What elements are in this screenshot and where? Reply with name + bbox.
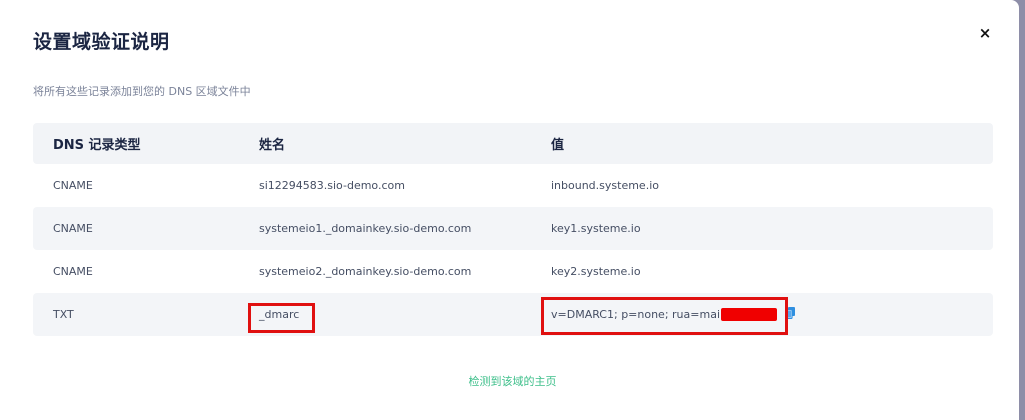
record-value-cell: key1.systeme.io: [551, 222, 641, 235]
table-row: CNAME systemeio1._domainkey.sio-demo.com…: [33, 207, 993, 250]
record-name-cell: si12294583.sio-demo.com: [259, 179, 405, 192]
record-type-cell: CNAME: [53, 265, 93, 278]
table-row: CNAME systemeio2._domainkey.sio-demo.com…: [33, 250, 993, 293]
close-icon[interactable]: ×: [976, 24, 994, 42]
record-value-cell: key2.systeme.io: [551, 265, 641, 278]
record-type-cell: TXT: [53, 308, 74, 321]
dialog-title: 设置域验证说明: [33, 31, 170, 53]
table-row: TXT _dmarc v=DMARC1; p=none; rua=mai: [33, 293, 993, 336]
domain-verification-dialog: 设置域验证说明 × 将所有这些记录添加到您的 DNS 区域文件中 DNS 记录类…: [0, 0, 1019, 420]
record-type-cell: CNAME: [53, 179, 93, 192]
header-value: 值: [551, 138, 565, 153]
highlight-box-value: [541, 297, 788, 335]
header-name: 姓名: [259, 138, 286, 153]
record-type-cell: CNAME: [53, 222, 93, 235]
header-record-type: DNS 记录类型: [53, 138, 141, 153]
record-value-cell: inbound.systeme.io: [551, 179, 659, 192]
highlight-box-name: [248, 303, 315, 333]
dns-records-table: DNS 记录类型 姓名 值 CNAME si12294583.sio-demo.…: [33, 123, 993, 336]
table-header-row: DNS 记录类型 姓名 值: [33, 123, 993, 164]
table-row: CNAME si12294583.sio-demo.com inbound.sy…: [33, 164, 993, 207]
detect-homepage-link[interactable]: 检测到该域的主页: [0, 373, 1025, 389]
dialog-subtitle: 将所有这些记录添加到您的 DNS 区域文件中: [33, 85, 251, 98]
record-name-cell: systemeio1._domainkey.sio-demo.com: [259, 222, 472, 235]
record-name-cell: systemeio2._domainkey.sio-demo.com: [259, 265, 472, 278]
